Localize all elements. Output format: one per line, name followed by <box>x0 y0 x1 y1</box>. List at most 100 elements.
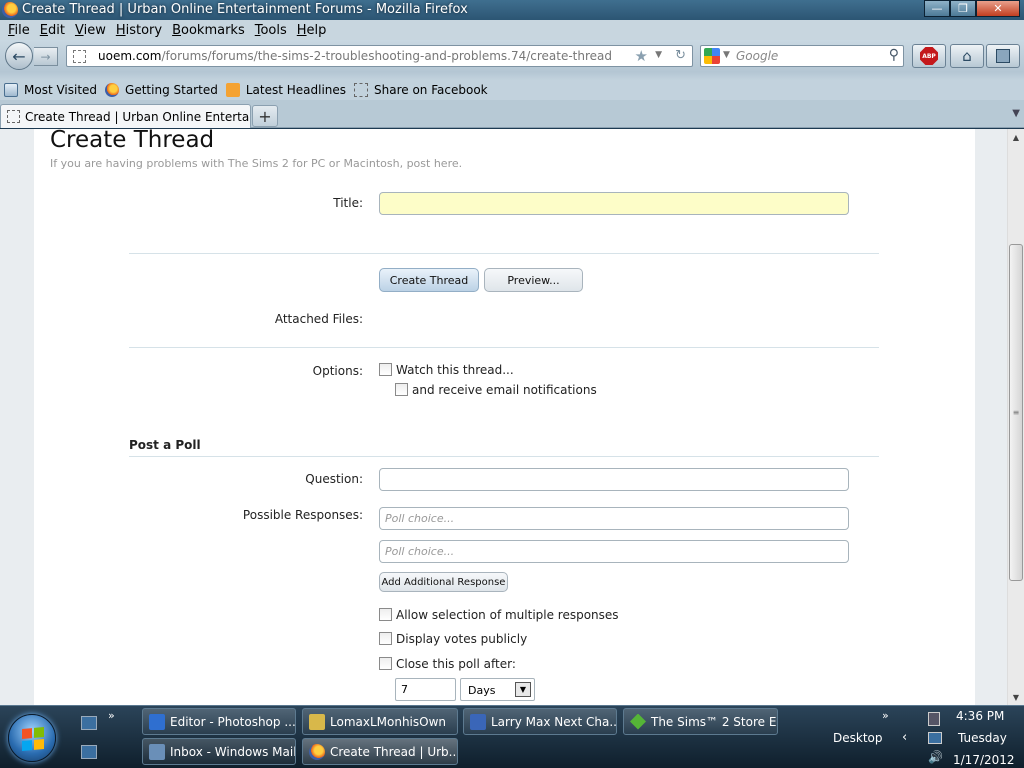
search-placeholder: Google <box>736 49 779 63</box>
tab-create-thread[interactable]: Create Thread | Urban Online Entertainm.… <box>0 104 251 128</box>
new-tab-button[interactable]: + <box>252 105 278 127</box>
clock-time[interactable]: 4:36 PM <box>956 709 1004 723</box>
start-button[interactable] <box>8 714 56 762</box>
bookmark-star-icon[interactable]: ★ <box>635 47 648 65</box>
address-bar[interactable]: uoem.com/forums/forums/the-sims-2-troubl… <box>66 45 693 67</box>
divider <box>129 347 879 348</box>
bookmarks-sidebar-button[interactable] <box>986 44 1020 68</box>
close-poll-length-input[interactable]: 7 <box>395 678 456 701</box>
options-label: Options: <box>312 364 363 378</box>
close-poll-label: Close this poll after: <box>396 657 516 671</box>
rss-icon <box>225 83 240 97</box>
tab-list-dropdown-icon[interactable]: ▼ <box>1012 108 1020 119</box>
reload-icon[interactable]: ↻ <box>675 48 686 63</box>
forum-description: If you are having problems with The Sims… <box>50 157 463 170</box>
display-votes-checkbox[interactable] <box>379 632 392 645</box>
mail-icon <box>149 743 165 760</box>
windows-logo-icon <box>22 727 44 751</box>
close-poll-unit-select[interactable]: Days ▼ <box>460 678 535 701</box>
window-titlebar: Create Thread | Urban Online Entertainme… <box>0 0 1024 20</box>
bookmark-share-facebook[interactable]: Share on Facebook <box>354 83 488 97</box>
taskbar-item-photoshop[interactable]: Editor - Photoshop ... <box>142 708 296 735</box>
watch-thread-label: Watch this thread... <box>396 363 514 377</box>
chevron-down-icon[interactable]: ▼ <box>515 682 531 697</box>
bookmarks-icon <box>996 49 1010 63</box>
menu-tools[interactable]: Tools <box>250 23 292 38</box>
bookmarks-toolbar: Most Visited Getting Started Latest Head… <box>0 80 1024 100</box>
search-engine-dropdown-icon[interactable]: ▼ <box>723 50 730 60</box>
back-button[interactable]: ← <box>5 42 33 70</box>
add-additional-response-button[interactable]: Add Additional Response <box>379 572 508 592</box>
taskbar-item-sims-store[interactable]: The Sims™ 2 Store E... <box>623 708 778 735</box>
navigation-toolbar: ← → uoem.com/forums/forums/the-sims-2-tr… <box>0 40 1024 72</box>
window-controls: — ❐ ✕ <box>924 0 1020 17</box>
adblock-plus-icon: ABP <box>920 47 938 65</box>
taskbar-item-windows-mail[interactable]: Inbox - Windows Mail <box>142 738 296 765</box>
home-icon: ⌂ <box>962 47 972 65</box>
menu-bookmarks[interactable]: Bookmarks <box>167 23 250 38</box>
forward-button[interactable]: → <box>34 47 58 66</box>
menu-help[interactable]: Help <box>292 23 332 38</box>
poll-question-input[interactable] <box>379 468 849 491</box>
forum-form-page: Create Thread If you are having problems… <box>34 129 975 705</box>
menu-edit[interactable]: Edit <box>35 23 70 38</box>
taskbar-overflow-icon[interactable]: » <box>882 709 889 722</box>
taskbar-item-document[interactable]: Larry Max Next Cha... <box>463 708 617 735</box>
search-icon[interactable]: ⚲ <box>889 47 899 63</box>
toolbar-separator <box>0 72 1024 80</box>
quicklaunch-overflow-icon[interactable]: » <box>108 709 115 722</box>
taskbar-item-folder[interactable]: LomaxLMonhisOwn <box>302 708 458 735</box>
forward-arrow-icon: → <box>40 49 51 64</box>
show-hidden-icons-chevron-icon[interactable]: ‹ <box>902 730 907 745</box>
show-desktop-quicklaunch-icon[interactable] <box>81 716 97 730</box>
safely-remove-hardware-icon[interactable] <box>928 712 940 726</box>
scroll-up-icon[interactable]: ▲ <box>1008 129 1024 145</box>
network-icon[interactable] <box>928 732 942 744</box>
close-poll-unit-value: Days <box>468 684 496 697</box>
firefox-icon[interactable] <box>2 2 18 18</box>
poll-choice-placeholder: Poll choice... <box>385 512 455 525</box>
vertical-scrollbar[interactable]: ▲ ≡ ▼ <box>1007 129 1024 705</box>
google-engine-icon[interactable] <box>704 48 720 64</box>
poll-choice-placeholder: Poll choice... <box>385 545 455 558</box>
site-identity-icon[interactable] <box>73 50 86 63</box>
menu-file[interactable]: File <box>3 23 35 38</box>
menu-history[interactable]: History <box>111 23 167 38</box>
poll-choice-input-1[interactable]: Poll choice... <box>379 507 849 530</box>
home-button[interactable]: ⌂ <box>950 44 984 68</box>
preview-button[interactable]: Preview... <box>484 268 583 292</box>
url-text[interactable]: uoem.com/forums/forums/the-sims-2-troubl… <box>98 49 612 63</box>
url-history-dropdown-icon[interactable]: ▼ <box>655 50 662 60</box>
tab-bar: Create Thread | Urban Online Entertainm.… <box>0 100 1024 128</box>
search-bar[interactable]: ▼ Google ⚲ <box>700 45 904 67</box>
desktop-toolbar-label[interactable]: Desktop <box>833 731 883 745</box>
maximize-button[interactable]: ❐ <box>950 0 976 17</box>
close-poll-checkbox[interactable] <box>379 657 392 670</box>
poll-choice-input-2[interactable]: Poll choice... <box>379 540 849 563</box>
close-button[interactable]: ✕ <box>976 0 1020 17</box>
clock-date[interactable]: 1/17/2012 <box>953 753 1015 767</box>
title-label: Title: <box>333 196 363 210</box>
adblock-plus-button[interactable]: ABP <box>912 44 946 68</box>
taskbar-item-firefox[interactable]: Create Thread | Urb... <box>302 738 458 765</box>
bookmark-most-visited[interactable]: Most Visited <box>4 83 97 97</box>
multiple-responses-checkbox[interactable] <box>379 608 392 621</box>
thread-title-input[interactable] <box>379 192 849 215</box>
bookmark-latest-headlines[interactable]: Latest Headlines <box>225 83 346 97</box>
menu-view[interactable]: View <box>70 23 111 38</box>
window-title: Create Thread | Urban Online Entertainme… <box>22 2 468 17</box>
minimize-button[interactable]: — <box>924 0 950 17</box>
scroll-down-icon[interactable]: ▼ <box>1008 689 1024 705</box>
email-notifications-label: and receive email notifications <box>412 383 597 397</box>
volume-icon[interactable]: 🔊 <box>928 750 943 764</box>
firefox-icon <box>309 743 325 760</box>
switch-windows-quicklaunch-icon[interactable] <box>81 745 97 759</box>
watch-thread-checkbox[interactable] <box>379 363 392 376</box>
clock-day[interactable]: Tuesday <box>958 731 1007 745</box>
bookmark-getting-started[interactable]: Getting Started <box>105 83 218 97</box>
scrollbar-thumb[interactable]: ≡ <box>1009 244 1023 581</box>
email-notifications-checkbox[interactable] <box>395 383 408 396</box>
folder-icon <box>309 713 325 730</box>
photoshop-icon <box>149 713 165 730</box>
create-thread-button[interactable]: Create Thread <box>379 268 479 292</box>
